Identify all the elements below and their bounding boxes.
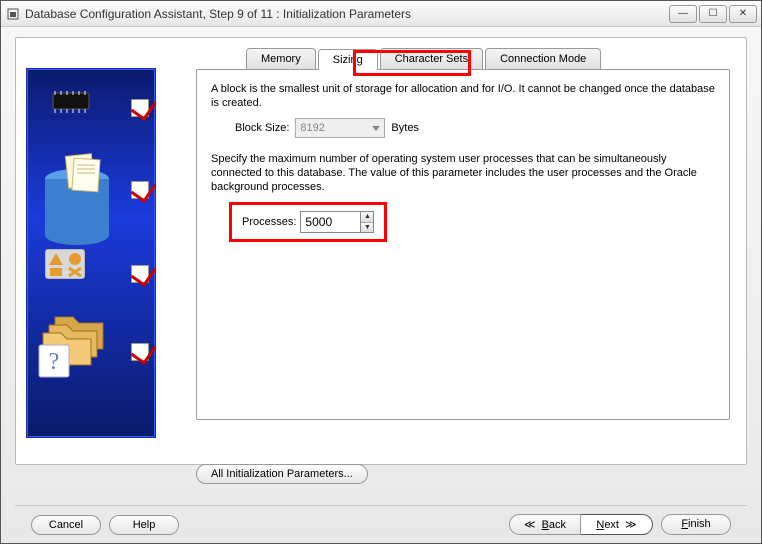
close-button[interactable]: ✕ xyxy=(729,5,757,23)
help-button[interactable]: Help xyxy=(109,515,179,535)
maximize-button[interactable]: ☐ xyxy=(699,5,727,23)
spinner-buttons: ▲ ▼ xyxy=(360,211,374,233)
step-check-icon xyxy=(131,99,149,117)
shapes-icon xyxy=(45,249,85,282)
processes-increment-button[interactable]: ▲ xyxy=(361,212,373,223)
main-area: Memory Sizing Character Sets Connection … xyxy=(186,38,746,464)
block-size-value: 8192 xyxy=(300,122,324,134)
app-icon xyxy=(5,6,21,22)
chip-icon xyxy=(45,87,97,120)
folders-icon: ? xyxy=(37,309,117,382)
step-check-icon xyxy=(131,343,149,361)
block-size-unit: Bytes xyxy=(391,122,419,134)
content-area: ? Memory Sizing Character Sets Connectio… xyxy=(1,27,761,543)
wizard-sidebar: ? xyxy=(16,38,186,464)
tab-bar: Memory Sizing Character Sets Connection … xyxy=(246,48,730,69)
sidebar-graphic: ? xyxy=(26,68,156,438)
titlebar[interactable]: Database Configuration Assistant, Step 9… xyxy=(1,1,761,27)
processes-input[interactable] xyxy=(300,211,360,233)
step-check-icon xyxy=(131,181,149,199)
processes-spinner: ▲ ▼ xyxy=(300,211,374,233)
dialog-window: Database Configuration Assistant, Step 9… xyxy=(0,0,762,544)
block-size-label: Block Size: xyxy=(235,122,289,134)
processes-description: Specify the maximum number of operating … xyxy=(211,152,715,194)
content-panel: ? Memory Sizing Character Sets Connectio… xyxy=(15,37,747,465)
tab-character-sets[interactable]: Character Sets xyxy=(380,48,483,69)
processes-highlight: Processes: ▲ ▼ xyxy=(229,202,387,242)
back-button[interactable]: ≪ Back xyxy=(509,514,581,535)
button-bar: Cancel Help ≪ Back Next ≫ Finish xyxy=(15,505,747,543)
block-size-dropdown: 8192 xyxy=(295,118,385,138)
tab-sizing[interactable]: Sizing xyxy=(318,49,378,70)
block-size-description: A block is the smallest unit of storage … xyxy=(211,82,715,110)
block-size-row: Block Size: 8192 Bytes xyxy=(235,118,715,138)
window-controls: — ☐ ✕ xyxy=(669,5,757,23)
svg-text:?: ? xyxy=(49,349,60,375)
next-button[interactable]: Next ≫ xyxy=(581,514,653,535)
all-init-params-button[interactable]: All Initialization Parameters... xyxy=(196,464,368,484)
cancel-button[interactable]: Cancel xyxy=(31,515,101,535)
step-check-icon xyxy=(131,265,149,283)
processes-decrement-button[interactable]: ▼ xyxy=(361,223,373,233)
minimize-button[interactable]: — xyxy=(669,5,697,23)
tab-content-sizing: A block is the smallest unit of storage … xyxy=(196,69,730,420)
tab-connection-mode[interactable]: Connection Mode xyxy=(485,48,601,69)
processes-label: Processes: xyxy=(242,216,296,228)
database-docs-icon xyxy=(37,149,117,252)
finish-button[interactable]: Finish xyxy=(661,514,731,535)
window-title: Database Configuration Assistant, Step 9… xyxy=(25,7,669,21)
tab-memory[interactable]: Memory xyxy=(246,48,316,69)
